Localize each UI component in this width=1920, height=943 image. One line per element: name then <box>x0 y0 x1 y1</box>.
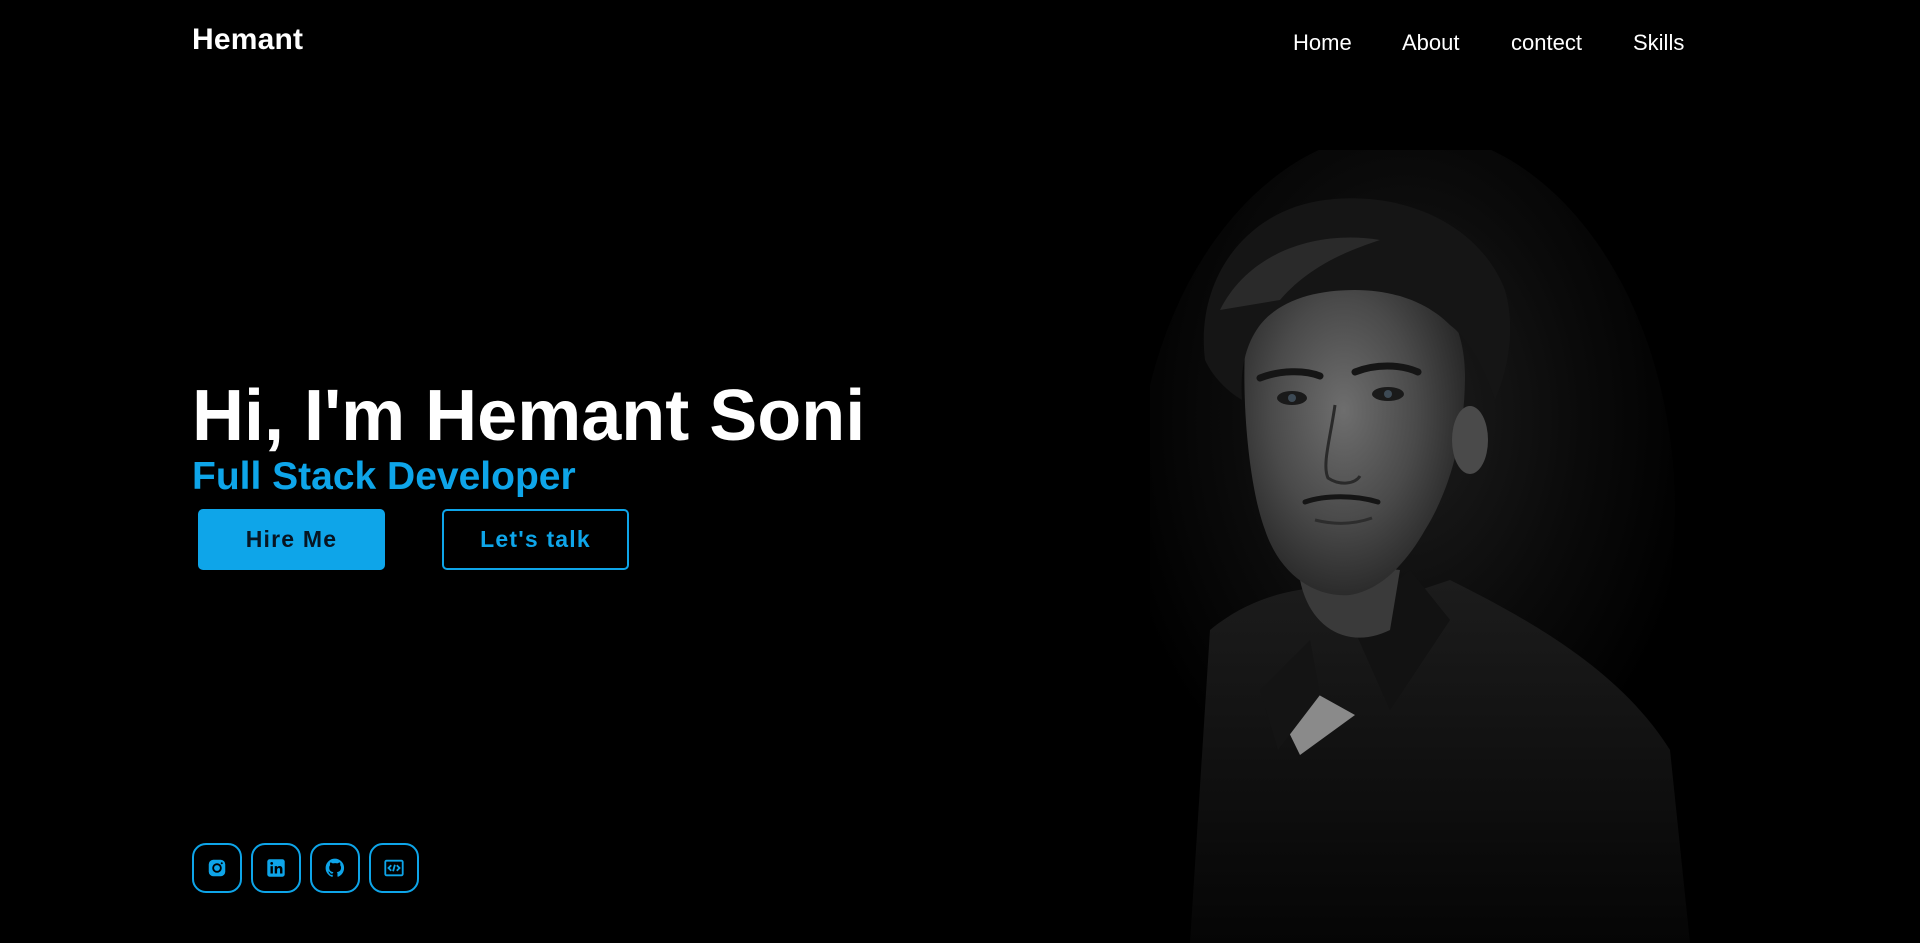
linkedin-link[interactable] <box>251 843 301 893</box>
instagram-link[interactable] <box>192 843 242 893</box>
hero-subtitle: Full Stack Developer <box>192 455 576 498</box>
github-icon <box>325 858 345 877</box>
instagram-icon <box>208 859 226 877</box>
top-nav: Home About contect Skills <box>1293 30 1693 56</box>
linkedin-icon <box>267 859 285 877</box>
profile-portrait <box>1150 150 1690 943</box>
github-link[interactable] <box>310 843 360 893</box>
social-links <box>192 843 419 893</box>
code-icon <box>384 859 404 877</box>
hire-me-button[interactable]: Hire Me <box>198 509 385 570</box>
nav-home[interactable]: Home <box>1293 30 1402 56</box>
lets-talk-button[interactable]: Let's talk <box>442 509 629 570</box>
hero-headline: Hi, I'm Hemant Soni <box>192 376 866 456</box>
nav-skills[interactable]: Skills <box>1633 30 1693 56</box>
page: Hemant Home About contect Skills Hi, I'm… <box>0 0 1920 943</box>
nav-about[interactable]: About <box>1402 30 1511 56</box>
brand-logo[interactable]: Hemant <box>192 23 303 57</box>
portfolio-link[interactable] <box>369 843 419 893</box>
nav-contact[interactable]: contect <box>1511 30 1633 56</box>
